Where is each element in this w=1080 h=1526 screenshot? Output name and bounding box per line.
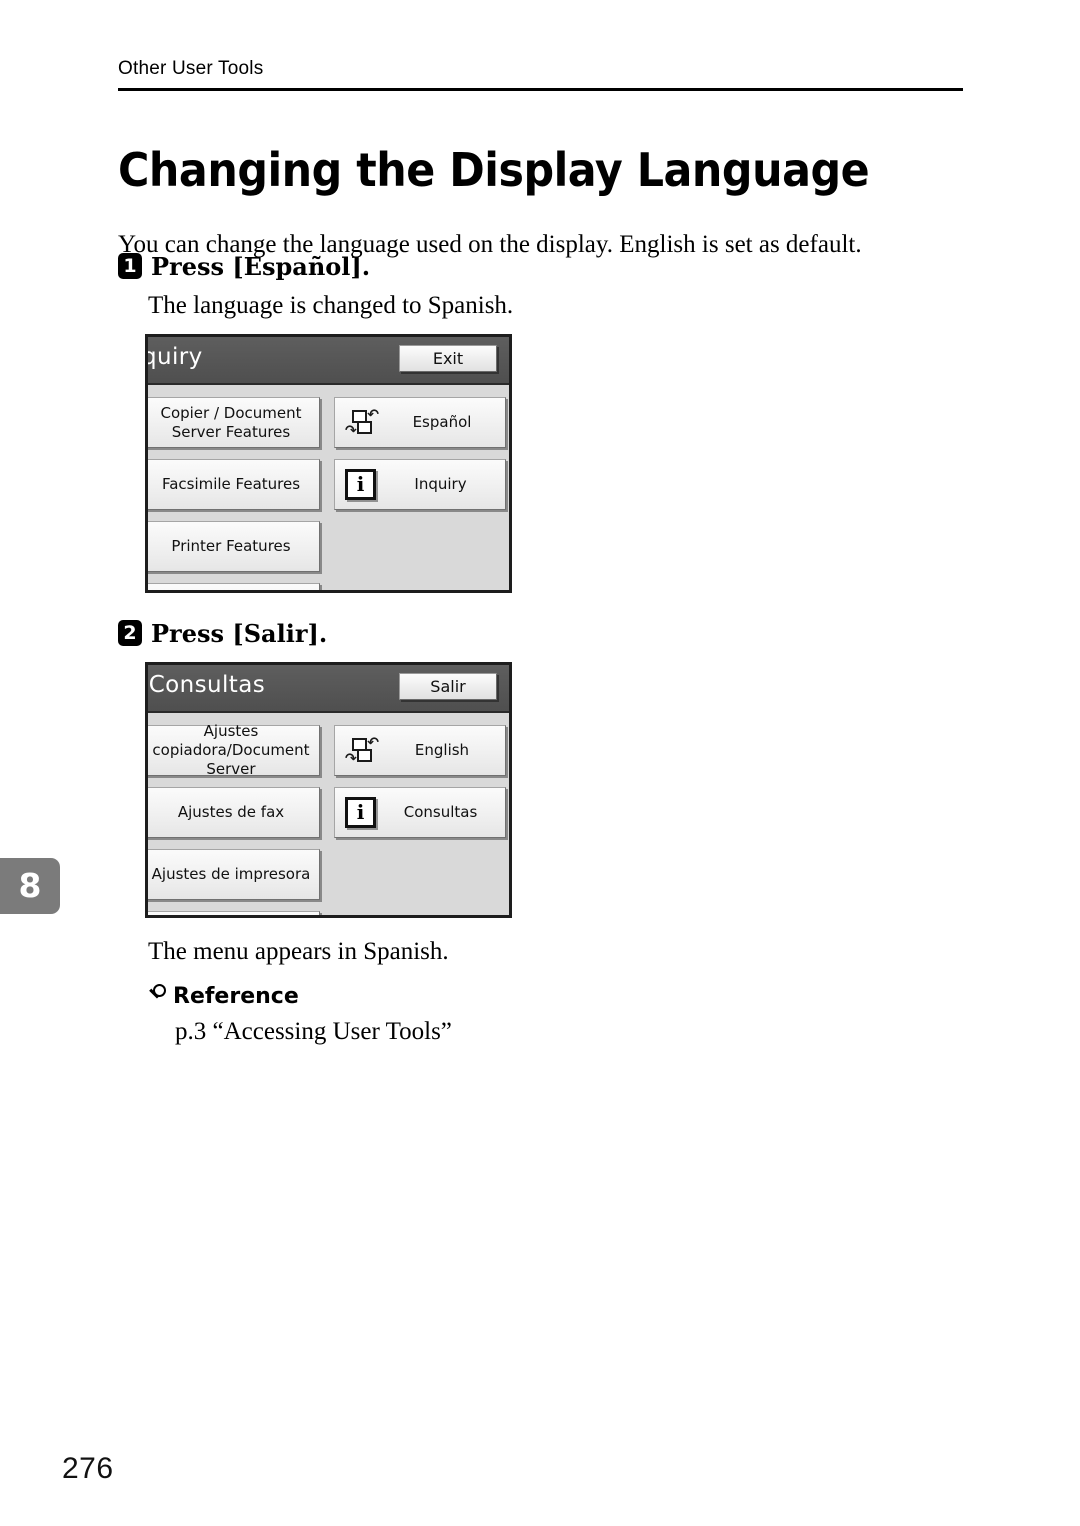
step-2-number: 2	[118, 620, 142, 646]
lcd-button-label: Inquiry	[414, 475, 467, 493]
lcd-button-label: Printer Features	[171, 537, 291, 555]
magnifier-icon	[145, 983, 171, 1009]
step-1-number: 1	[118, 253, 142, 279]
lcd-left-column: Copier / Document Server Features Facsim…	[148, 397, 320, 590]
lcd-button-copier-features[interactable]: Copier / Document Server Features	[148, 397, 320, 448]
lcd-button-facsimile-features[interactable]: Ajustes de fax	[148, 787, 320, 838]
lcd-button-inquiry[interactable]: i Consultas	[334, 787, 506, 838]
reference-text: p.3 “Accessing User Tools”	[175, 1018, 452, 1045]
reference-heading: Reference	[145, 983, 299, 1009]
page-title: Changing the Display Language	[118, 142, 870, 197]
lcd-titlebar: 'Consultas Salir	[148, 665, 509, 713]
lcd-button-copier-features[interactable]: Ajustes copiadora/Document Server	[148, 722, 320, 778]
lcd-button-printer-features[interactable]: Ajustes de impresora	[148, 849, 320, 900]
info-icon: i	[345, 469, 376, 500]
language-swap-icon: ↶ ↷	[345, 406, 379, 439]
exit-button[interactable]: Salir	[399, 673, 497, 700]
running-head: Other User Tools	[118, 58, 264, 79]
lcd-button-inquiry[interactable]: i Inquiry	[334, 459, 506, 510]
lcd-button-printer-features[interactable]: Printer Features	[148, 521, 320, 572]
info-icon: i	[345, 797, 376, 828]
lcd-button-scanner-features[interactable]: Ajustes de escáner	[148, 911, 320, 915]
lcd-button-label: English	[414, 741, 470, 759]
lcd-button-label: Ajustes copiadora/Document Server	[152, 722, 310, 778]
lcd-button-facsimile-features[interactable]: Facsimile Features	[148, 459, 320, 510]
lcd-button-label: Español	[412, 413, 472, 431]
step-1: 1 Press [Español].	[118, 253, 370, 281]
lcd-button-label: Facsimile Features	[161, 475, 301, 493]
reference-label: Reference	[173, 983, 299, 1009]
lcd-right-column: ↶ ↷ English i Consultas	[334, 725, 506, 849]
lcd-title: quiry	[145, 344, 203, 370]
step-2: 2 Press [Salir].	[118, 620, 327, 648]
step-2-instruction: Press [Salir].	[151, 619, 328, 648]
exit-button[interactable]: Exit	[399, 345, 497, 372]
header-divider	[118, 88, 963, 91]
step-1-instruction: Press [Español].	[151, 252, 371, 281]
step-2-result: The menu appears in Spanish.	[148, 938, 449, 965]
lcd-left-column: Ajustes copiadora/Document Server Ajuste…	[148, 722, 320, 915]
lcd-right-column: ↶ ↷ Español i Inquiry	[334, 397, 506, 521]
chapter-tab: 8	[0, 858, 60, 914]
lcd-body: Ajustes copiadora/Document Server Ajuste…	[148, 713, 509, 915]
language-swap-icon: ↶ ↷	[345, 734, 379, 767]
lcd-titlebar: quiry Exit	[148, 337, 509, 385]
lcd-title: 'Consultas	[145, 672, 266, 698]
lcd-screen-spanish: 'Consultas Salir Ajustes copiadora/Docum…	[145, 662, 512, 918]
lcd-button-label: Consultas	[403, 803, 478, 821]
page-number: 276	[62, 1452, 114, 1485]
lcd-screen-english: quiry Exit Copier / Document Server Feat…	[145, 334, 512, 593]
lcd-button-label: Copier / Document Server Features	[160, 403, 302, 441]
lcd-button-label: Ajustes de fax	[177, 803, 285, 821]
lcd-button-language[interactable]: ↶ ↷ English	[334, 725, 506, 776]
lcd-button-scanner-features[interactable]: Scanner Features	[148, 583, 320, 590]
lcd-button-label: Ajustes de impresora	[151, 865, 311, 883]
lcd-button-language[interactable]: ↶ ↷ Español	[334, 397, 506, 448]
step-1-result: The language is changed to Spanish.	[148, 292, 514, 319]
lcd-body: Copier / Document Server Features Facsim…	[148, 385, 509, 590]
